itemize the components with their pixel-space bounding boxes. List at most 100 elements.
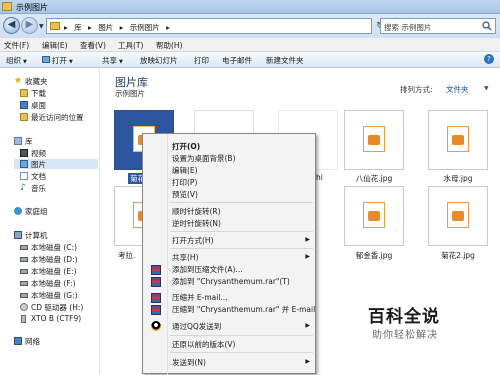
menu-item-restore-previous-versions[interactable]: 还原以前的版本(V) xyxy=(172,339,235,350)
menu-edit[interactable]: 编辑(E) xyxy=(42,40,68,51)
open-with-label: 打开方式(H) xyxy=(172,236,214,245)
chevron-down-icon[interactable]: ▼ xyxy=(484,85,489,92)
breadcrumb-separator: ▸ xyxy=(119,23,124,32)
help-icon[interactable]: ? xyxy=(484,54,494,64)
file-caption: 八仙花.jpg xyxy=(355,174,393,183)
breadcrumb-pictures[interactable]: 图片 xyxy=(98,23,113,32)
breadcrumb-separator: ▸ xyxy=(166,23,170,32)
menu-item-preview[interactable]: 预览(V) xyxy=(172,189,198,200)
open-label: 打开 xyxy=(52,56,67,65)
image-file-icon xyxy=(447,126,469,152)
menu-item-compress-rar-email[interactable]: 压缩到 "Chrysanthemum.rar" 并 E-mail xyxy=(172,304,315,315)
network-icon xyxy=(14,337,22,345)
hard-drive-icon xyxy=(20,281,28,286)
breadcrumb-separator: ▸ xyxy=(64,23,68,32)
submenu-arrow-icon: ▶ xyxy=(305,253,310,260)
arrange-by-label: 排列方式: xyxy=(400,85,433,94)
menu-help[interactable]: 帮助(H) xyxy=(156,40,183,51)
menu-item-rotate-clockwise[interactable]: 顺时针旋转(R) xyxy=(172,206,221,217)
hard-drive-icon xyxy=(20,257,28,262)
command-bar: 组织 ▼ 打开 ▼ 共享 ▼ 放映幻灯片 打印 电子邮件 新建文件夹 ? xyxy=(0,52,500,68)
forward-button[interactable]: ▶ xyxy=(21,17,38,34)
file-caption: 菊花2.jpg xyxy=(441,251,475,260)
winrar-icon xyxy=(151,293,161,303)
breadcrumb-separator: ▸ xyxy=(88,23,92,32)
documents-icon xyxy=(20,172,28,180)
menu-item-edit[interactable]: 编辑(E) xyxy=(172,165,198,176)
menu-item-add-to-archive[interactable]: 添加到压缩文件(A)... xyxy=(172,264,243,275)
image-icon xyxy=(42,56,50,63)
search-input[interactable]: 搜索 示例图片 xyxy=(380,18,496,34)
menu-view[interactable]: 查看(V) xyxy=(80,40,106,51)
chevron-down-icon: ▼ xyxy=(69,59,73,65)
menu-item-rotate-counterclockwise[interactable]: 逆时针旋转(N) xyxy=(172,218,221,229)
file-thumbnail[interactable] xyxy=(344,110,404,170)
menu-tools[interactable]: 工具(T) xyxy=(118,40,143,51)
page-subtitle: 示例图片 xyxy=(115,89,145,98)
open-button[interactable]: 打开 ▼ xyxy=(42,55,73,66)
title-bar: 示例图片 xyxy=(0,0,500,14)
menu-item-set-wallpaper[interactable]: 设置为桌面背景(B) xyxy=(172,153,236,164)
menu-separator xyxy=(170,335,313,336)
forward-arrow-icon: ▶ xyxy=(25,19,34,30)
hard-drive-icon xyxy=(20,269,28,274)
recent-places-icon xyxy=(20,113,28,121)
menu-gutter xyxy=(167,134,168,375)
computer-icon xyxy=(14,231,22,239)
menu-item-open[interactable]: 打开(O) xyxy=(172,141,200,152)
menu-file[interactable]: 文件(F) xyxy=(4,40,29,51)
nav-pictures[interactable]: 图片 xyxy=(14,159,98,169)
video-icon xyxy=(20,149,28,157)
menu-item-share[interactable]: 共享(H) xyxy=(172,252,199,263)
desktop-icon xyxy=(20,101,28,109)
hard-drive-icon xyxy=(20,245,28,250)
email-button[interactable]: 电子邮件 xyxy=(222,55,252,66)
usb-drive-icon xyxy=(21,315,26,323)
organize-button[interactable]: 组织 ▼ xyxy=(6,55,27,66)
window-title: 示例图片 xyxy=(16,3,48,12)
menu-separator xyxy=(170,248,313,249)
menu-item-compress-email[interactable]: 压缩并 E-mail... xyxy=(172,292,228,303)
search-icon[interactable] xyxy=(482,21,492,31)
menu-item-open-with[interactable]: 打开方式(H) xyxy=(172,235,312,246)
slideshow-button[interactable]: 放映幻灯片 xyxy=(140,55,178,66)
menu-item-send-via-qq[interactable]: 通过QQ发送到 xyxy=(172,321,221,332)
address-field[interactable]: ▸ 库 ▸ 图片 ▸ 示例图片 ▸ ▼ xyxy=(46,18,414,34)
file-caption: 郁金香.jpg xyxy=(355,251,393,260)
homegroup-icon xyxy=(14,207,22,215)
file-caption: 考拉. xyxy=(118,251,136,260)
back-button[interactable]: ◀ xyxy=(3,17,20,34)
hard-drive-icon xyxy=(20,293,28,298)
download-folder-icon xyxy=(20,89,28,97)
qq-penguin-icon xyxy=(151,321,161,331)
organize-label: 组织 xyxy=(6,56,21,65)
share-button[interactable]: 共享 ▼ xyxy=(102,55,123,66)
menu-item-add-to-rar[interactable]: 添加到 "Chrysanthemum.rar"(T) xyxy=(172,276,290,287)
file-thumbnail[interactable] xyxy=(428,186,488,246)
file-thumbnail[interactable] xyxy=(428,110,488,170)
back-arrow-icon: ◀ xyxy=(7,19,16,30)
new-folder-button[interactable]: 新建文件夹 xyxy=(266,55,304,66)
submenu-arrow-icon: ▶ xyxy=(305,358,310,365)
file-caption: hi xyxy=(316,173,323,182)
menu-item-send-to[interactable]: 发送到(N) xyxy=(172,357,206,368)
breadcrumb: ▸ 库 ▸ 图片 ▸ 示例图片 ▸ xyxy=(64,22,174,33)
breadcrumb-sample-pictures[interactable]: 示例图片 xyxy=(130,23,160,32)
chevron-down-icon: ▼ xyxy=(119,59,123,65)
arrange-by-select[interactable]: 文件夹 xyxy=(446,84,469,95)
cd-drive-icon xyxy=(20,303,28,311)
search-placeholder: 搜索 示例图片 xyxy=(384,23,432,32)
context-menu: 打开(O) 设置为桌面背景(B) 编辑(E) 打印(P) 预览(V) 顺时针旋转… xyxy=(142,133,316,375)
address-toolbar: ◀ ▶ ▼ ▸ 库 ▸ 图片 ▸ 示例图片 ▸ ▼ ↻ 搜索 示例图片 xyxy=(0,14,500,38)
print-button[interactable]: 打印 xyxy=(194,55,209,66)
submenu-arrow-icon: ▶ xyxy=(305,322,310,329)
star-icon: ★ xyxy=(14,76,23,86)
file-thumbnail[interactable] xyxy=(344,186,404,246)
menu-item-print[interactable]: 打印(P) xyxy=(172,177,197,188)
breadcrumb-library[interactable]: 库 xyxy=(74,23,82,32)
winrar-icon xyxy=(151,265,161,275)
menu-separator xyxy=(170,352,313,353)
menu-separator xyxy=(170,231,313,232)
recent-pages-dropdown[interactable]: ▼ xyxy=(39,23,45,30)
menu-bar: 文件(F) 编辑(E) 查看(V) 工具(T) 帮助(H) xyxy=(0,38,500,52)
